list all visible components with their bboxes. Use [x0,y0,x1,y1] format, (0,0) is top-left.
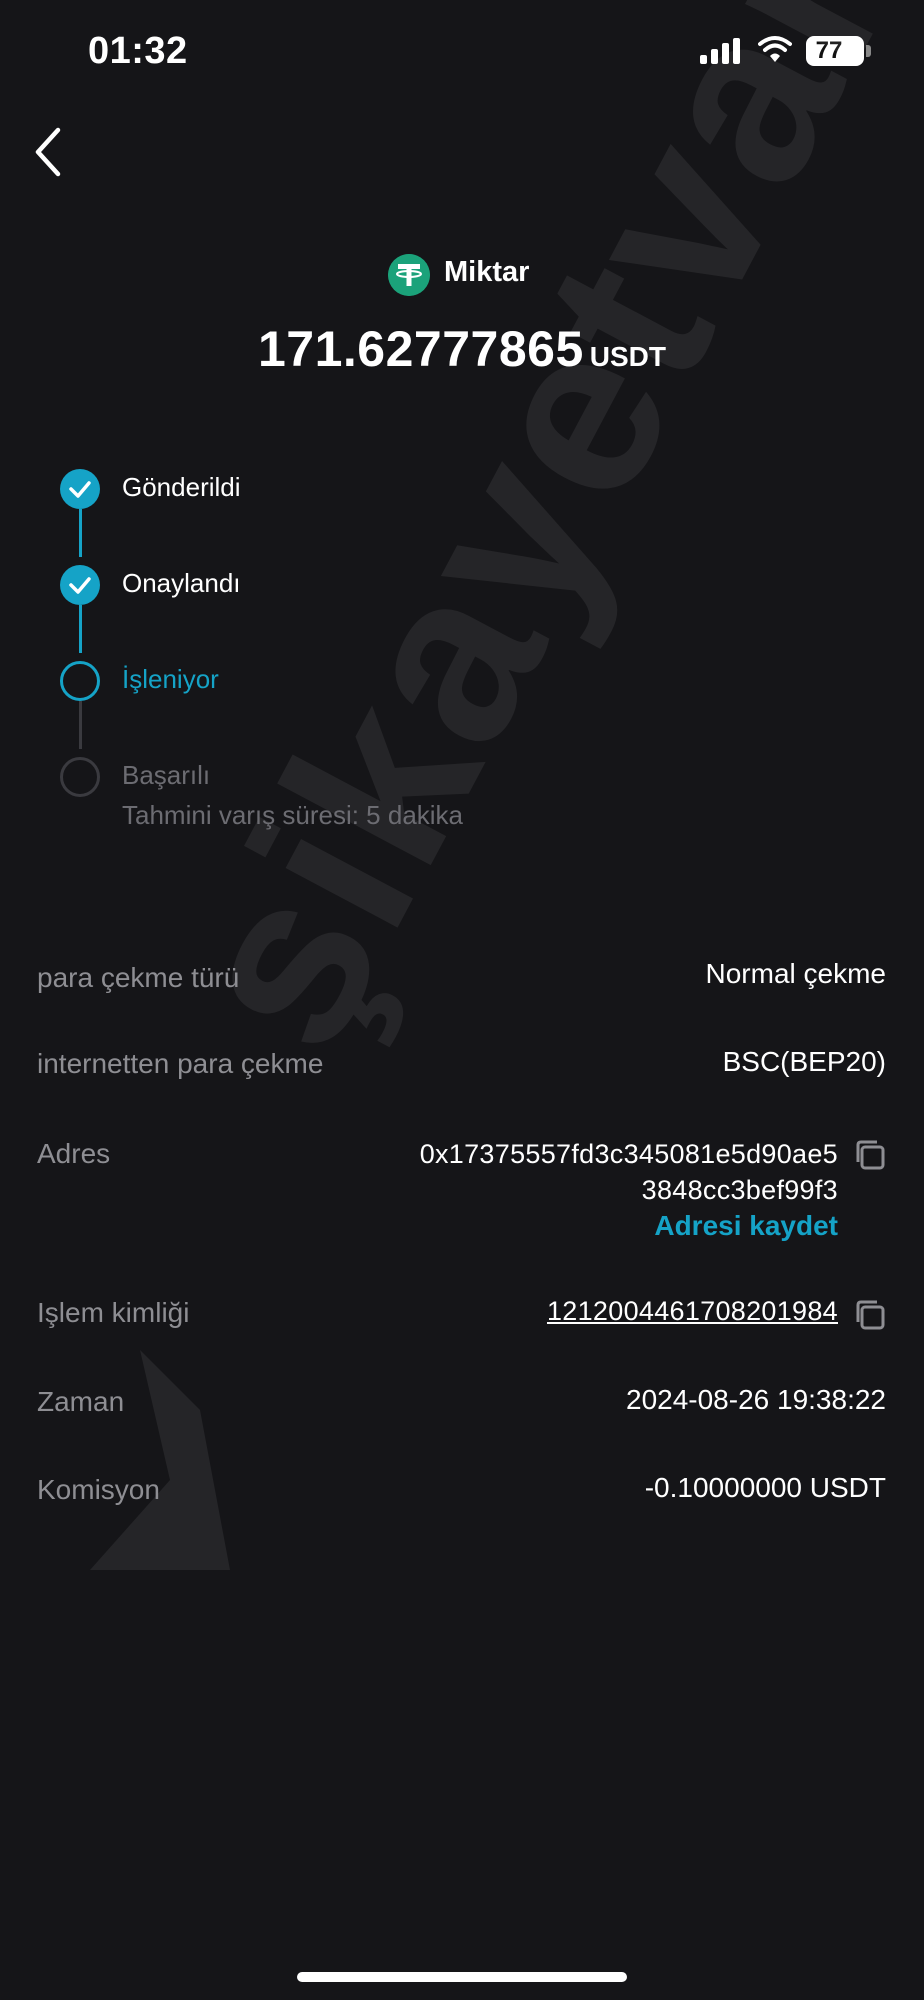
save-address-link[interactable]: Adresi kaydet [654,1210,838,1242]
status-time: 01:32 [88,30,188,72]
amount-unit: USDT [589,341,666,372]
amount-label: Miktar [444,256,530,288]
network-value: BSC(BEP20) [722,1046,886,1077]
amount-value: 171.62777865 [257,321,584,377]
tx-id-label: Işlem kimliği [37,1297,190,1328]
step-connector [79,509,82,557]
address-line-2: 3848cc3bef99f3 [641,1175,838,1205]
step-eta: Tahmini varış süresi: 5 dakika [122,800,464,830]
step-label-success: Başarılı [122,760,211,790]
step-label-processing: İşleniyor [122,664,219,694]
step-label-sent: Gönderildi [122,472,241,502]
watermark: şikayetvar [133,0,924,1088]
watermark-logo-icon [90,1350,230,1570]
time-label: Zaman [37,1386,125,1417]
network-label: internetten para çekme [37,1048,324,1079]
copy-address-icon[interactable] [853,1138,887,1172]
fee-value: -0.10000000 USDT [644,1472,886,1503]
step-label-confirmed: Onaylandı [122,568,241,598]
step-check-icon [60,565,100,605]
address-label: Adres [37,1138,111,1169]
fee-label: Komisyon [37,1474,160,1505]
home-indicator[interactable] [297,1972,627,1982]
step-check-icon [60,469,100,509]
time-value: 2024-08-26 19:38:22 [626,1384,886,1415]
copy-tx-id-icon[interactable] [853,1298,887,1332]
withdraw-type-label: para çekme türü [37,962,240,993]
step-pending-circle [60,757,100,797]
step-connector [79,701,82,749]
address-value: 0x17375557fd3c345081e5d90ae5 3848cc3bef9… [318,1136,838,1208]
back-arrow-icon[interactable] [30,124,70,180]
step-connector [79,605,82,653]
usdt-icon [388,254,430,296]
step-active-circle [60,661,100,701]
amount-display: 171.62777865 USDT [0,320,924,378]
address-line-1: 0x17375557fd3c345081e5d90ae5 [419,1139,838,1169]
withdraw-type-value: Normal çekme [705,958,886,989]
tx-id-value[interactable]: 1212004461708201984 [547,1296,838,1327]
